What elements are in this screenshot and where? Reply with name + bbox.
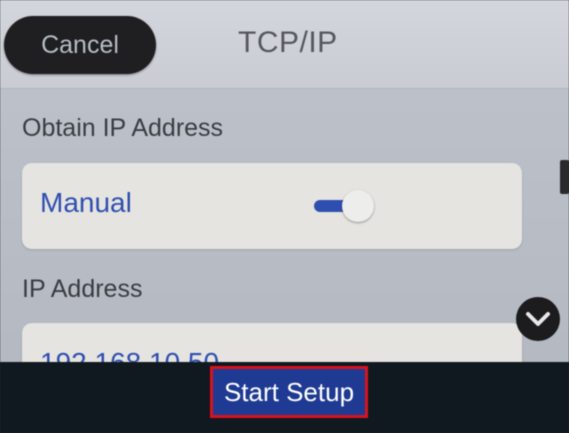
cancel-button[interactable]: Cancel (4, 16, 156, 74)
toggle-knob (342, 190, 374, 222)
printer-panel-screen: Cancel TCP/IP Obtain IP Address Manual I… (0, 0, 569, 433)
chevron-down-icon (526, 312, 550, 326)
obtain-ip-label: Obtain IP Address (22, 114, 224, 142)
header-bar: Cancel TCP/IP (0, 0, 569, 89)
obtain-ip-setting-row[interactable]: Manual (22, 163, 522, 249)
scroll-down-button[interactable] (516, 297, 560, 341)
manual-toggle[interactable] (312, 189, 374, 223)
ip-address-label: IP Address (22, 275, 143, 303)
obtain-ip-value: Manual (40, 187, 132, 218)
page-title: TCP/IP (238, 26, 338, 59)
start-setup-button[interactable]: Start Setup (210, 366, 368, 418)
scrollbar-thumb[interactable] (560, 160, 569, 194)
